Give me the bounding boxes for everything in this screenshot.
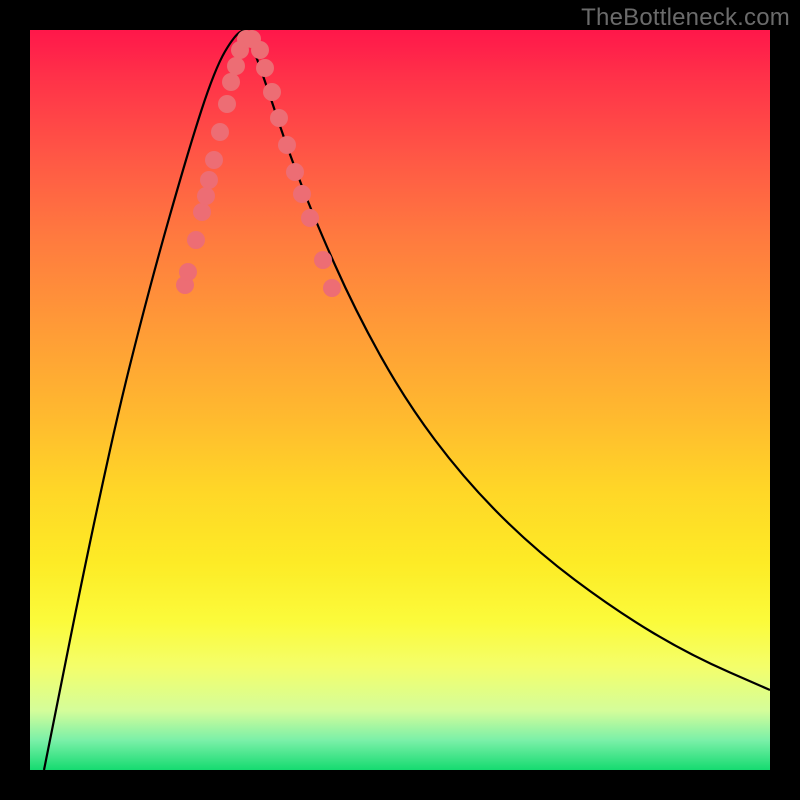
data-marker [227,57,245,75]
data-marker [301,209,319,227]
curve-right [244,30,770,690]
curve-left [44,30,244,770]
data-marker [179,263,197,281]
data-markers [176,30,341,297]
data-marker [205,151,223,169]
plot-area [30,30,770,770]
data-marker [187,231,205,249]
data-marker [263,83,281,101]
data-marker [323,279,341,297]
chart-svg [30,30,770,770]
data-marker [270,109,288,127]
data-marker [278,136,296,154]
watermark-text: TheBottleneck.com [581,4,790,32]
data-marker [314,251,332,269]
data-marker [256,59,274,77]
data-marker [251,41,269,59]
data-marker [211,123,229,141]
data-marker [193,203,211,221]
data-marker [197,187,215,205]
data-marker [286,163,304,181]
data-marker [200,171,218,189]
data-marker [293,185,311,203]
data-marker [218,95,236,113]
data-marker [222,73,240,91]
chart-frame: TheBottleneck.com [0,0,800,800]
